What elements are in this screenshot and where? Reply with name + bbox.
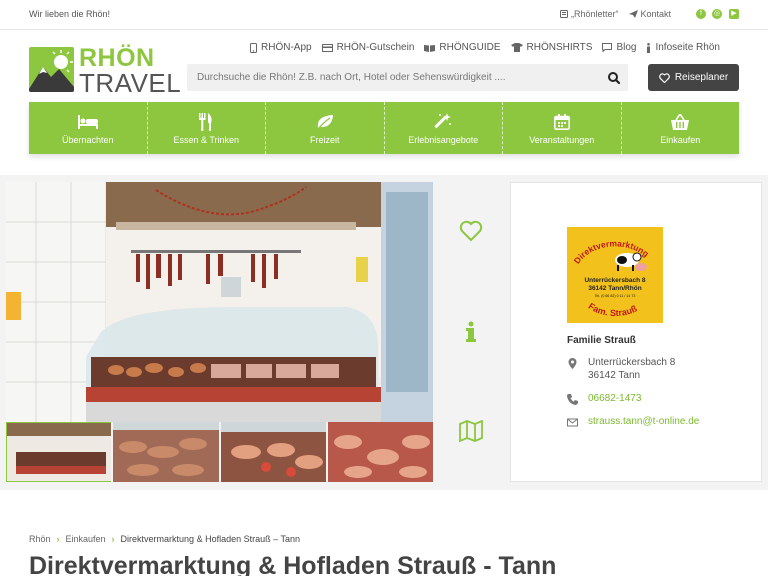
main-nav: Übernachten Essen & Trinken Freizeit Erl… — [29, 102, 739, 154]
magic-wand-icon — [434, 113, 452, 129]
breadcrumb-item[interactable]: Rhön — [29, 534, 51, 544]
secnav-label: RHÖNGUIDE — [439, 42, 501, 53]
top-links: „Rhönletter“ Kontakt — [560, 9, 671, 19]
map-icon[interactable] — [459, 419, 483, 444]
secnav-label: RHÖN-Gutschein — [336, 42, 415, 53]
photo-thumbnails — [6, 422, 433, 482]
main-photo-butcher-counter[interactable] — [6, 182, 433, 422]
chat-icon — [602, 43, 613, 52]
secnav-item-rhoenshirts[interactable]: RHÖNSHIRTS — [510, 42, 593, 53]
facebook-icon[interactable]: f — [696, 9, 706, 19]
contact-label: Kontakt — [640, 9, 672, 19]
nav-label: Veranstaltungen — [529, 135, 595, 145]
contact-link[interactable]: Kontakt — [628, 9, 672, 19]
badge-street: Unterrückersbach 8 — [584, 277, 645, 284]
tagline: Wir lieben die Rhön! — [29, 9, 111, 19]
heart-icon — [658, 72, 670, 83]
nav-item-uebernachten[interactable]: Übernachten — [29, 102, 148, 154]
envelope-icon — [567, 418, 578, 427]
direktvermarktung-strauss-logo: Direktvermarktung Unterrückersbach 8 361… — [567, 227, 663, 323]
basket-icon — [671, 114, 690, 130]
chevron-right-icon: › — [111, 534, 115, 544]
address-city: 36142 Tann — [588, 370, 641, 381]
email-row: strauss.tann@t-online.de — [567, 416, 699, 428]
reiseplaner-button[interactable]: Reiseplaner — [648, 64, 739, 91]
owner-name: Familie Strauß — [567, 335, 636, 346]
search-bar — [187, 64, 628, 91]
secnav-label: Blog — [616, 42, 637, 53]
breadcrumb-current: Direktvermarktung & Hofladen Strauß – Ta… — [120, 534, 300, 544]
book-icon — [424, 44, 436, 52]
secnav-item-app[interactable]: RHÖN-App — [250, 42, 312, 53]
contact-card: Direktvermarktung Unterrückersbach 8 361… — [510, 182, 762, 482]
breadcrumb: Rhön › Einkaufen › Direktvermarktung & H… — [29, 534, 300, 544]
search-icon — [608, 72, 621, 85]
voucher-icon — [321, 43, 333, 52]
nav-label: Essen & Trinken — [173, 135, 240, 145]
badge-city: 36142 Tann/Rhön — [588, 285, 641, 292]
phone-icon — [567, 394, 578, 405]
instagram-icon[interactable]: ◎ — [712, 9, 722, 19]
info-icon[interactable] — [459, 320, 483, 344]
address-street: Unterrückersbach 8 — [588, 357, 676, 368]
youtube-icon[interactable]: ▶ — [729, 9, 739, 19]
info-icon — [647, 42, 651, 53]
secnav-item-gutschein[interactable]: RHÖN-Gutschein — [321, 42, 415, 53]
thumbnail-2[interactable] — [113, 422, 219, 482]
phone-icon — [250, 42, 257, 53]
badge-phone: Tel. (0 66 82) 0 11 / 14 73 — [595, 294, 636, 298]
phone-row: 06682-1473 — [567, 393, 641, 405]
nav-item-veranstaltungen[interactable]: Veranstaltungen — [503, 102, 622, 154]
cutlery-icon — [199, 113, 212, 131]
email-link[interactable]: strauss.tann@t-online.de — [588, 416, 699, 427]
paper-plane-icon — [628, 10, 638, 18]
leaf-icon — [317, 115, 333, 130]
heart-icon[interactable] — [459, 220, 483, 244]
search-button[interactable] — [606, 70, 622, 86]
newsletter-link[interactable]: „Rhönletter“ — [560, 9, 619, 19]
shirt-icon — [510, 43, 523, 52]
secnav-label: Infoseite Rhön — [655, 42, 720, 53]
page-title: Direktvermarktung & Hofladen Strauß - Ta… — [29, 552, 557, 576]
calendar-icon — [553, 114, 570, 130]
mountain-sun-logo-mark — [29, 47, 74, 92]
nav-item-erlebnisangebote[interactable]: Erlebnisangebote — [385, 102, 503, 154]
nav-label: Übernachten — [61, 135, 114, 145]
nav-label: Einkaufen — [660, 135, 701, 145]
nav-item-essen-trinken[interactable]: Essen & Trinken — [148, 102, 266, 154]
top-bar: Wir lieben die Rhön! „Rhönletter“ Kontak… — [0, 0, 768, 30]
nav-item-einkaufen[interactable]: Einkaufen — [622, 102, 740, 154]
breadcrumb-item[interactable]: Einkaufen — [66, 534, 106, 544]
bed-icon — [77, 115, 98, 129]
newsletter-label: „Rhönletter“ — [571, 9, 619, 19]
secnav-label: RHÖNSHIRTS — [526, 42, 593, 53]
thumbnail-3[interactable] — [220, 422, 326, 482]
nav-label: Erlebnisangebote — [408, 135, 479, 145]
phone-link[interactable]: 06682-1473 — [588, 393, 641, 404]
nav-item-freizeit[interactable]: Freizeit — [266, 102, 385, 154]
reiseplaner-label: Reiseplaner — [674, 72, 729, 83]
newsletter-icon — [560, 10, 568, 18]
nav-label: Freizeit — [309, 135, 340, 145]
secnav-item-rhoenguide[interactable]: RHÖNGUIDE — [424, 42, 501, 53]
logo-word-travel: TRAVEL — [79, 68, 182, 98]
secnav-item-infoseite[interactable]: Infoseite Rhön — [646, 42, 720, 53]
chevron-right-icon: › — [56, 534, 60, 544]
secnav-label: RHÖN-App — [261, 42, 312, 53]
thumbnail-1[interactable] — [6, 422, 112, 482]
action-icons — [447, 182, 495, 482]
rhoen-travel-logo[interactable]: RHÖN TRAVEL — [29, 44, 181, 98]
search-input[interactable] — [187, 64, 597, 91]
secnav-item-blog[interactable]: Blog — [602, 42, 636, 53]
thumbnail-4[interactable] — [327, 422, 433, 482]
secondary-nav: RHÖN-App RHÖN-Gutschein RHÖNGUIDE RHÖNSH… — [250, 42, 720, 53]
location-pin-icon — [568, 358, 577, 369]
address-row: Unterrückersbach 8 36142 Tann — [567, 357, 675, 381]
